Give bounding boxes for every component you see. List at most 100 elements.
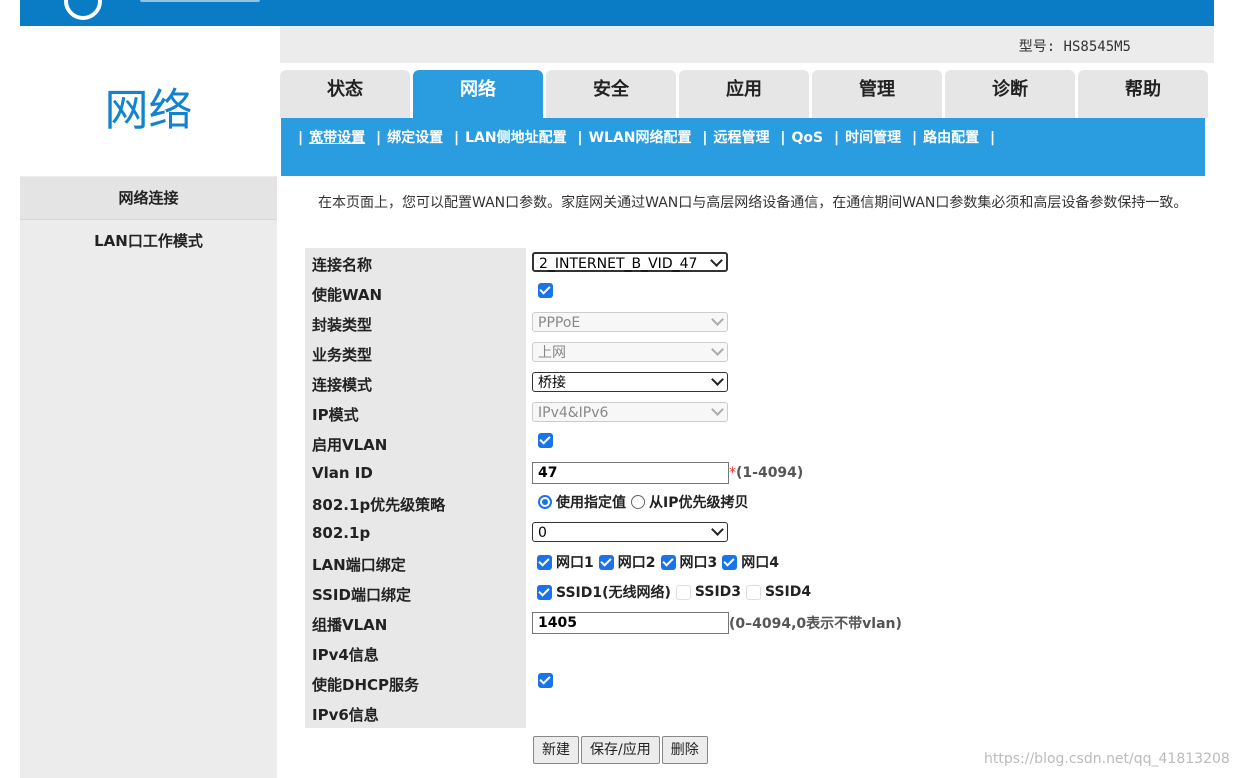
left-sidebar: 网络 网络连接 LAN口工作模式 [20, 26, 277, 778]
dhcp-checkbox[interactable] [538, 672, 553, 688]
save-apply-button[interactable]: 保存/应用 [581, 736, 660, 764]
radio-specified-label: 使用指定值 [556, 495, 626, 511]
subnav-lan-address[interactable]: LAN侧地址配置 [465, 130, 566, 146]
lan-port2-label: 网口2 [617, 555, 656, 571]
subnav-time[interactable]: 时间管理 [845, 130, 901, 146]
lan-port1-checkbox[interactable] [537, 554, 552, 570]
form-buttons: 新建 保存/应用 删除 [533, 736, 710, 764]
top-banner [20, 0, 1214, 26]
chevron-down-icon [711, 343, 724, 356]
label-mcast-vlan: 组播VLAN [312, 616, 388, 634]
row-conn-mode: 连接模式 桥接 [305, 368, 1205, 398]
required-mark: * [729, 465, 736, 481]
row-prio-policy: 802.1p优先级策略 使用指定值 从IP优先级拷贝 [305, 488, 1205, 518]
subnav-wlan[interactable]: WLAN网络配置 [589, 130, 692, 146]
lan-port4-label: 网口4 [741, 555, 779, 571]
row-ipv4-info: IPv4信息 [305, 638, 1205, 668]
row-vlan-id: Vlan ID 47 *(1-4094) [305, 458, 1205, 488]
delete-button[interactable]: 删除 [661, 736, 708, 764]
row-service: 业务类型 上网 [305, 338, 1205, 368]
label-conn-name: 连接名称 [312, 256, 373, 274]
subnav-remote[interactable]: 远程管理 [714, 130, 770, 146]
watermark: https://blog.csdn.net/qq_41813208 [984, 751, 1230, 767]
chevron-down-icon [710, 254, 723, 267]
logo-icon [64, 0, 102, 20]
label-enable-wan: 使能WAN [312, 286, 383, 304]
label-prio-policy: 802.1p优先级策略 [312, 496, 446, 514]
sidebar-header: 网络 [20, 26, 277, 176]
label-dhcp: 使能DHCP服务 [312, 676, 420, 694]
ssid1-checkbox[interactable] [537, 584, 552, 600]
prio-select[interactable]: 0 [532, 522, 728, 542]
subnav-broadband[interactable]: 宽带设置 [309, 130, 365, 146]
row-enable-vlan: 启用VLAN [305, 428, 1205, 458]
service-select[interactable]: 上网 [532, 342, 728, 362]
enable-wan-checkbox[interactable] [538, 282, 553, 298]
ssid3-label: SSID3 [694, 584, 742, 600]
vlan-id-input[interactable]: 47 [532, 462, 729, 484]
chevron-down-icon [711, 373, 724, 386]
label-ssid-bind: SSID端口绑定 [312, 586, 411, 604]
row-prio: 802.1p 0 [305, 518, 1205, 548]
lan-port1-label: 网口1 [556, 555, 594, 571]
chevron-down-icon [711, 313, 724, 326]
row-ip-mode: IP模式 IPv4&IPv6 [305, 398, 1205, 428]
label-ipv4-info: IPv4信息 [312, 646, 379, 664]
model-label: 型号: HS8545M5 [1018, 39, 1131, 55]
lan-port2-checkbox[interactable] [598, 554, 614, 570]
ssid3-checkbox[interactable] [675, 584, 691, 600]
enable-vlan-checkbox[interactable] [538, 432, 553, 448]
label-prio: 802.1p [312, 524, 371, 542]
sidebar-title: 网络 [104, 85, 193, 136]
ssid1-label: SSID1(无线网络) [556, 585, 671, 601]
label-ipv6-info: IPv6信息 [312, 706, 379, 724]
lan-port3-label: 网口3 [679, 555, 718, 571]
sidebar-item-network-connection[interactable]: 网络连接 [20, 177, 277, 220]
row-lan-bind: LAN端口绑定 网口1 网口2 网口3 网口4 [305, 548, 1205, 578]
row-conn-name: 连接名称 2_INTERNET_B_VID_47 [305, 248, 1205, 278]
conn-name-select[interactable]: 2_INTERNET_B_VID_47 [532, 252, 728, 272]
ip-mode-select[interactable]: IPv4&IPv6 [532, 402, 728, 422]
ssid4-checkbox[interactable] [746, 584, 762, 600]
row-ssid-bind: SSID端口绑定 SSID1(无线网络) SSID3 SSID4 [305, 578, 1205, 608]
subnav-qos[interactable]: QoS [792, 130, 824, 146]
sub-navigation: | 宽带设置 | 绑定设置 | LAN侧地址配置 | WLAN网络配置 | 远程管理 | Q… [281, 118, 1205, 176]
radio-copy-ip[interactable] [631, 495, 645, 509]
lan-port3-checkbox[interactable] [660, 554, 676, 570]
row-enable-wan: 使能WAN [305, 278, 1205, 308]
new-button[interactable]: 新建 [533, 736, 579, 764]
label-ip-mode: IP模式 [312, 406, 359, 424]
lan-port4-checkbox[interactable] [722, 554, 738, 570]
chevron-down-icon [711, 403, 724, 416]
subnav-route[interactable]: 路由配置 [923, 130, 979, 146]
conn-mode-select[interactable]: 桥接 [532, 372, 728, 392]
tab-application[interactable]: 应用 [679, 70, 809, 118]
page-description: 在本页面上，您可以配置WAN口参数。家庭网关通过WAN口与高层网络设备通信，在通… [318, 195, 1188, 211]
label-encap: 封装类型 [312, 316, 373, 334]
row-encap: 封装类型 PPPoE [305, 308, 1205, 338]
label-vlan-id: Vlan ID [312, 464, 373, 482]
tab-management[interactable]: 管理 [812, 70, 942, 118]
radio-specified[interactable] [538, 495, 552, 509]
main-tabs: 状态 网络 安全 应用 管理 诊断 帮助 [280, 70, 1210, 118]
row-dhcp: 使能DHCP服务 [305, 668, 1205, 698]
tab-security[interactable]: 安全 [546, 70, 676, 118]
model-bar: 型号: HS8545M5 [280, 26, 1214, 63]
mcast-vlan-input[interactable]: 1405 [532, 612, 729, 634]
label-lan-bind: LAN端口绑定 [312, 556, 406, 574]
radio-copy-ip-label: 从IP优先级拷贝 [649, 495, 749, 511]
sidebar-item-lan-mode[interactable]: LAN口工作模式 [20, 220, 277, 262]
logo-wordmark [140, 0, 260, 2]
label-service: 业务类型 [312, 346, 373, 364]
vlan-id-hint: (1-4094) [736, 465, 804, 481]
mcast-vlan-hint: (0–4094,0表示不带vlan) [729, 616, 902, 632]
tab-network[interactable]: 网络 [413, 70, 543, 118]
label-conn-mode: 连接模式 [312, 376, 373, 394]
label-enable-vlan: 启用VLAN [312, 436, 388, 454]
tab-diagnosis[interactable]: 诊断 [945, 70, 1075, 118]
tab-help[interactable]: 帮助 [1078, 70, 1208, 118]
row-mcast-vlan: 组播VLAN 1405 (0–4094,0表示不带vlan) [305, 608, 1205, 638]
subnav-binding[interactable]: 绑定设置 [387, 130, 443, 146]
tab-status[interactable]: 状态 [280, 70, 410, 118]
encap-select[interactable]: PPPoE [532, 312, 728, 332]
